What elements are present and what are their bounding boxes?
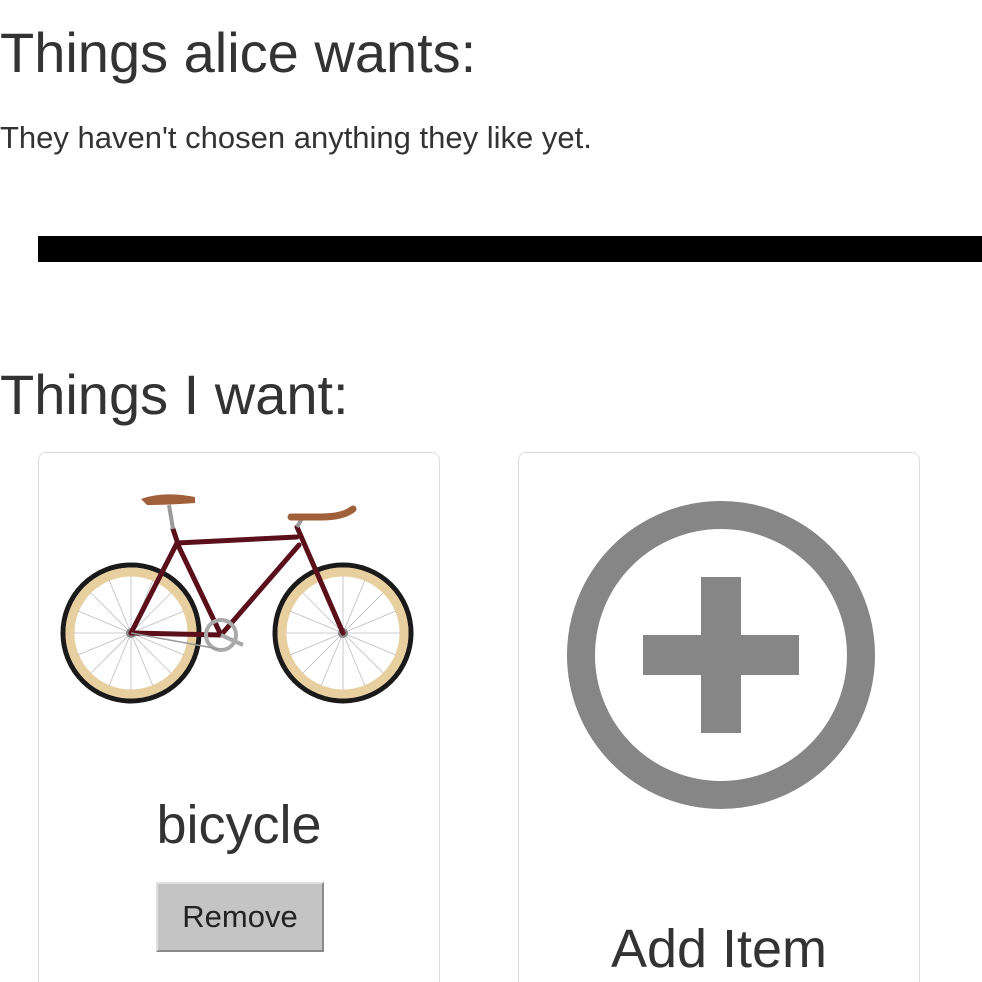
remove-item-button[interactable]: Remove (156, 882, 324, 952)
saddle (141, 494, 195, 505)
add-item-label[interactable]: Add Item (519, 917, 919, 981)
my-wishlist-title: Things I want: (0, 363, 349, 426)
wishlist-item-name: bicycle (156, 795, 322, 855)
seat-post (167, 504, 175, 530)
plus-circle-icon[interactable] (567, 501, 875, 809)
handlebar (287, 505, 357, 521)
wishlist-item-card: bicycle Remove (38, 452, 440, 982)
section-divider (38, 236, 982, 262)
friend-wishlist-title: Things alice wants: (0, 21, 477, 84)
bicycle-image (60, 494, 414, 704)
wishlist-page: Things alice wants: They haven't chosen … (0, 0, 982, 982)
add-item-card[interactable]: Add Item (518, 452, 920, 982)
friend-wishlist-empty-message: They haven't chosen anything they like y… (0, 120, 592, 155)
